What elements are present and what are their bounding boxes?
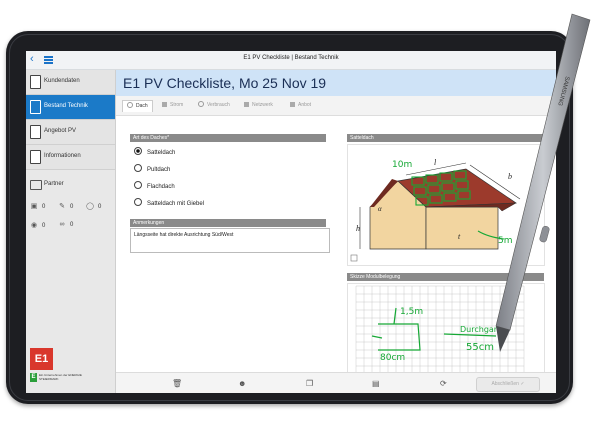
stylus-button xyxy=(539,225,550,243)
stylus: SAMSUNG xyxy=(495,13,591,352)
